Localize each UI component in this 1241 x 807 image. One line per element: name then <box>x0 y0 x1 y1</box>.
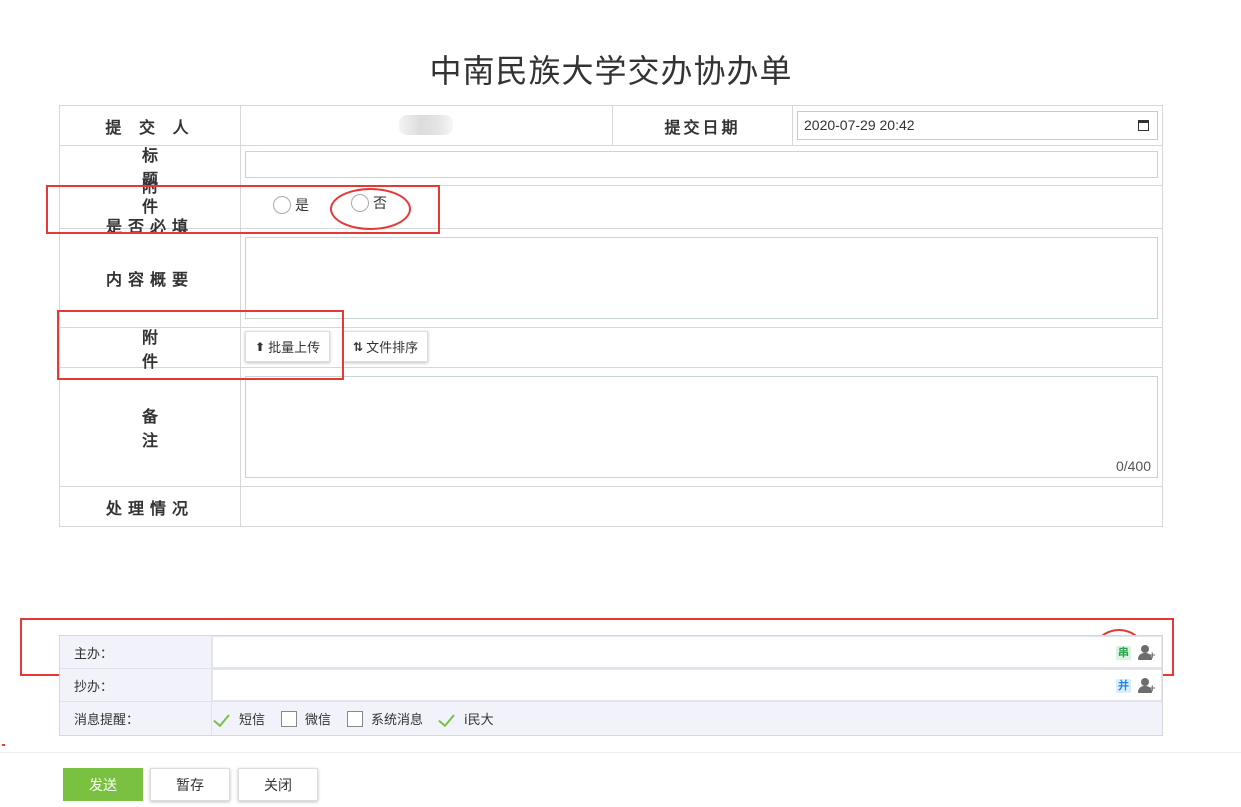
notify-option-label: i民大 <box>464 713 494 728</box>
send-button[interactable]: 发送 <box>63 768 143 801</box>
radio-no[interactable]: 否 <box>351 193 387 213</box>
notify-row: 消息提醒： 短信 微信 系统消息 i民大 <box>60 702 1162 735</box>
summary-label: 内容概要 <box>60 229 241 327</box>
submitter-label: 提 交 人 <box>60 106 241 145</box>
batch-upload-label: 批量上传 <box>268 341 321 356</box>
notify-option-sms[interactable]: 短信 <box>214 709 265 728</box>
radio-no-circle[interactable] <box>351 194 369 212</box>
sort-icon: ⇅ <box>353 339 364 354</box>
copy-handler-input[interactable]: 并 + <box>212 669 1162 701</box>
calendar-icon[interactable] <box>1138 120 1149 131</box>
checkbox-icon[interactable] <box>347 710 364 727</box>
file-sort-label: 文件排序 <box>366 341 419 356</box>
remark-counter: 0/400 <box>1115 458 1151 474</box>
check-icon[interactable] <box>439 712 457 726</box>
attachment-required-row: 附 件 是否必填 是 否 <box>60 177 1163 236</box>
date-value: 2020-07-29 20:42 <box>804 117 915 133</box>
handling-cell <box>241 487 1163 526</box>
date-cell: 2020-07-29 20:42 <box>793 106 1163 145</box>
file-sort-button[interactable]: ⇅ 文件排序 <box>343 331 429 362</box>
assignment-form: 提 交 人 提交日期 2020-07-29 20:42 标 题 附 件 是否必填… <box>59 105 1163 527</box>
copy-handler-row: 抄办： 并 + <box>60 669 1162 702</box>
radio-yes-circle[interactable] <box>273 196 291 214</box>
notify-option-label: 系统消息 <box>371 713 424 728</box>
redacted-name <box>399 115 453 135</box>
notify-options: 短信 微信 系统消息 i民大 <box>212 702 1162 735</box>
title-input[interactable] <box>245 151 1158 178</box>
title-cell <box>241 146 1163 185</box>
attachment-required-cell: 是 否 <box>241 186 1163 228</box>
serial-icon[interactable]: 串 <box>1116 645 1131 660</box>
parallel-icon[interactable]: 并 <box>1116 678 1131 693</box>
checkbox-icon[interactable] <box>281 710 298 727</box>
copy-handler-icons: 并 + <box>1116 678 1156 694</box>
notify-option-label: 微信 <box>305 713 332 728</box>
upload-icon: ⬆ <box>255 339 266 354</box>
notify-option-label: 短信 <box>239 713 266 728</box>
handling-row: 处理情况 <box>60 487 1163 527</box>
remark-textarea[interactable]: 0/400 <box>245 376 1158 478</box>
notify-label: 消息提醒： <box>60 702 212 735</box>
radio-yes[interactable]: 是 <box>273 195 309 215</box>
remark-label: 备 注 <box>60 368 241 486</box>
attachment-row: 附 件 ⬆ 批量上传 ⇅ 文件排序 <box>60 328 1163 371</box>
summary-cell <box>241 229 1163 327</box>
routing-panel: 主办： 串 + 抄办： 并 + 消息提醒： 短信 微信 系统消息 i民大 <box>59 635 1163 736</box>
main-handler-row: 主办： 串 + <box>60 636 1162 669</box>
notify-option-system[interactable]: 系统消息 <box>347 709 423 728</box>
page-title: 中南民族大学交办协办单 <box>429 52 793 90</box>
radio-no-label: 否 <box>373 196 387 212</box>
main-handler-label: 主办： <box>60 636 212 668</box>
attachment-label: 附 件 <box>60 328 241 371</box>
remark-row: 备 注 0/400 <box>60 368 1163 487</box>
submitter-row: 提 交 人 提交日期 2020-07-29 20:42 <box>60 106 1163 146</box>
close-button[interactable]: 关闭 <box>238 768 318 801</box>
check-icon[interactable] <box>214 712 232 726</box>
add-person-icon[interactable]: + <box>1138 645 1156 661</box>
attachment-required-label-line1: 附 件 <box>141 177 196 216</box>
summary-row: 内容概要 <box>60 229 1163 328</box>
annotation-dot <box>2 744 5 746</box>
save-draft-button[interactable]: 暂存 <box>150 768 230 801</box>
handling-label: 处理情况 <box>60 487 241 526</box>
date-label: 提交日期 <box>613 106 793 145</box>
remark-cell: 0/400 <box>241 368 1163 486</box>
batch-upload-button[interactable]: ⬆ 批量上传 <box>245 331 331 362</box>
copy-handler-label: 抄办： <box>60 669 212 701</box>
add-person-icon[interactable]: + <box>1138 678 1156 694</box>
notify-option-iminda[interactable]: i民大 <box>439 709 494 728</box>
radio-yes-label: 是 <box>295 198 309 214</box>
submitter-value <box>241 106 613 145</box>
main-handler-input[interactable]: 串 + <box>212 636 1162 668</box>
footer-divider <box>0 752 1241 753</box>
main-handler-icons: 串 + <box>1116 645 1156 661</box>
attachment-cell: ⬆ 批量上传 ⇅ 文件排序 <box>241 328 1163 367</box>
attachment-required-label: 附 件 是否必填 <box>60 177 241 236</box>
summary-textarea[interactable] <box>245 237 1158 319</box>
notify-option-wechat[interactable]: 微信 <box>281 709 331 728</box>
date-input[interactable]: 2020-07-29 20:42 <box>797 111 1158 140</box>
